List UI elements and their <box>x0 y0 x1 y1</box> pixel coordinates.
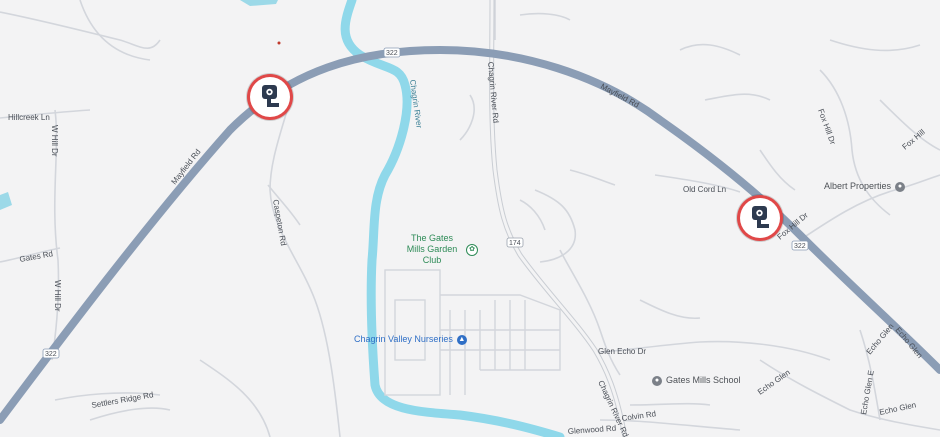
road-label-echo-glen-far: Echo Glen <box>879 400 917 417</box>
nursery-grid <box>384 269 561 396</box>
poi-label-garden-club: The Gates Mills Garden Club <box>406 233 458 265</box>
poi-label-school: Gates Mills School <box>666 375 741 385</box>
traffic-camera-marker-right[interactable] <box>737 195 783 241</box>
poi-garden-club[interactable]: The Gates Mills Garden Club ✿ <box>402 233 478 266</box>
map-layer: Mayfield Rd Mayfield Rd Chagrin River Rd… <box>0 0 940 437</box>
road-label-echo-glen-a: Echo Glen <box>756 368 792 397</box>
place-icon: ● <box>895 181 906 192</box>
flower-icon: ✿ <box>466 243 478 256</box>
shop-icon: ▲ <box>456 334 467 345</box>
camera-icon <box>752 206 769 228</box>
poi-albert-properties[interactable]: Albert Properties ● <box>824 181 906 192</box>
road-label-echo-glen-b: Echo Glen <box>865 322 896 356</box>
road-label-old-cord: Old Cord Ln <box>683 185 726 194</box>
pond-left <box>0 192 12 210</box>
map-canvas[interactable]: Mayfield Rd Mayfield Rd Chagrin River Rd… <box>0 0 940 437</box>
poi-school[interactable]: ● Gates Mills School <box>652 375 741 386</box>
road-label-fox-hill-top: Fox Hill Dr <box>816 108 837 146</box>
poi-nurseries[interactable]: Chagrin Valley Nurseries ▲ <box>354 334 467 345</box>
svg-text:174: 174 <box>509 240 521 247</box>
road-label-echo-glen-e: Echo Glen E <box>859 370 876 416</box>
svg-text:322: 322 <box>386 50 398 57</box>
road-label-glen-echo: Glen Echo Dr <box>598 347 646 356</box>
map-dot <box>277 41 281 45</box>
route-shield-174: 174 <box>506 237 524 248</box>
route-shield-322-top: 322 <box>383 47 401 58</box>
road-label-gates: Gates Rd <box>19 249 54 264</box>
pond <box>240 0 278 6</box>
chagrin-river <box>340 0 565 437</box>
svg-text:322: 322 <box>794 243 806 250</box>
route-shield-322-left: 322 <box>42 348 60 359</box>
camera-icon <box>262 85 279 107</box>
svg-text:322: 322 <box>45 351 57 358</box>
poi-label-albert: Albert Properties <box>824 181 892 191</box>
road-label-echo-glen-c: Echo Glen <box>893 326 924 360</box>
road-label-w-hill-top: W Hill Dr <box>50 125 59 157</box>
traffic-camera-marker-left[interactable] <box>247 74 293 120</box>
school-icon: ● <box>652 375 662 386</box>
poi-label-nurseries: Chagrin Valley Nurseries <box>354 334 453 344</box>
road-label-mayfield-b: Mayfield Rd <box>599 82 641 110</box>
route-shield-322-right: 322 <box>791 240 809 251</box>
road-label-w-hill-bottom: W Hill Dr <box>53 280 62 312</box>
road-label-chagrin-top: Chagrin River Rd <box>486 61 500 123</box>
road-label-hillcreek: Hillcreek Ln <box>8 113 50 122</box>
road-label-glenwood: Glenwood Rd <box>568 424 617 436</box>
